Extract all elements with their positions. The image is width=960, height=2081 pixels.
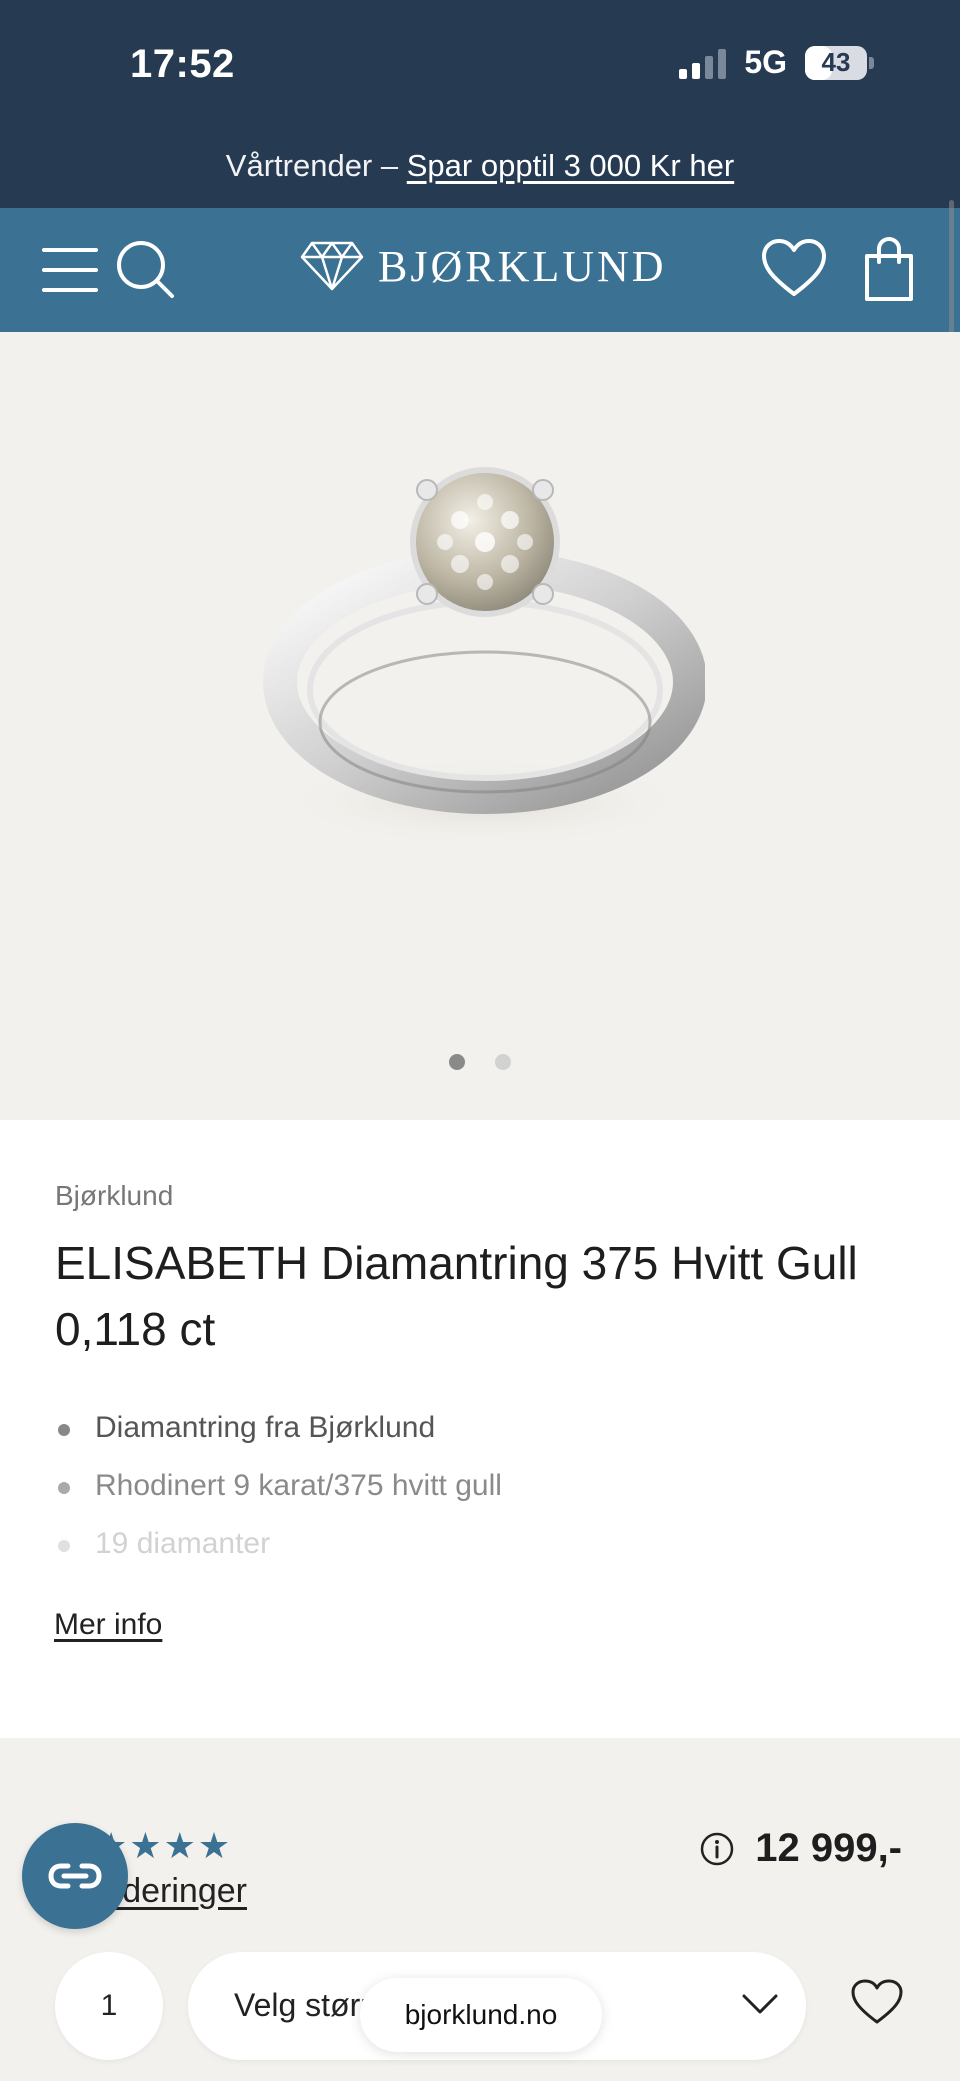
star-icon: ★: [163, 1825, 196, 1866]
cart-icon[interactable]: [864, 236, 914, 302]
add-to-wishlist-icon[interactable]: [850, 1978, 904, 2028]
chat-button[interactable]: [22, 1823, 128, 1929]
size-placeholder: Velg størr: [234, 1987, 371, 2023]
feature-list: Diamantring fra Bjørklund Rhodinert 9 ka…: [55, 1410, 502, 1584]
network-label: 5G: [744, 44, 787, 80]
status-icons: 5G 43: [679, 44, 874, 81]
product-gallery[interactable]: [0, 332, 960, 1120]
product-image: [263, 467, 705, 848]
status-time: 17:52: [130, 42, 235, 86]
gallery-dot[interactable]: [449, 1054, 465, 1070]
product-title: ELISABETH Diamantring 375 Hvitt Gull 0,1…: [55, 1237, 858, 1355]
top-bar: 17:52 5G 43 Vårtrender – Spar opptil 3 0…: [0, 0, 960, 208]
star-icon: ★: [129, 1825, 162, 1866]
purchase-panel: ★★★★ urderinger 12 999,- 1 Velg størr bj…: [0, 1738, 960, 2081]
gallery-dots: [0, 1054, 960, 1070]
battery-level: 43: [821, 47, 851, 77]
price-block: 12 999,-: [699, 1826, 902, 1871]
menu-icon[interactable]: [40, 238, 104, 302]
quantity-field[interactable]: 1: [55, 1952, 163, 2060]
promo-link[interactable]: Spar opptil 3 000 Kr her: [407, 148, 734, 183]
star-icon: ★: [197, 1825, 231, 1866]
more-info-link[interactable]: Mer info: [54, 1608, 162, 1642]
info-icon[interactable]: [699, 1831, 735, 1867]
logo-text: BJØRKLUND: [378, 241, 667, 291]
price: 12 999,-: [755, 1826, 902, 1870]
feature-item: Diamantring fra Bjørklund: [55, 1410, 502, 1468]
browser-url-pill[interactable]: bjorklund.no: [360, 1978, 602, 2052]
brand-logo[interactable]: BJØRKLUND: [300, 240, 667, 292]
product-info: Bjørklund ELISABETH Diamantring 375 Hvit…: [0, 1120, 960, 1738]
promo-banner: Vårtrender – Spar opptil 3 000 Kr her: [0, 148, 960, 184]
battery-icon: 43: [805, 45, 874, 80]
product-brand: Bjørklund: [55, 1180, 174, 1211]
search-icon[interactable]: [114, 238, 178, 302]
gallery-dot[interactable]: [495, 1054, 511, 1070]
chat-icon: [48, 1863, 102, 1889]
promo-text: Vårtrender –: [225, 148, 399, 183]
signal-icon: [679, 47, 727, 79]
chevron-down-icon: [742, 1994, 778, 2014]
wishlist-icon[interactable]: [760, 238, 828, 302]
feature-item: 19 diamanter: [55, 1526, 502, 1584]
site-header: BJØRKLUND: [0, 208, 960, 332]
feature-item: Rhodinert 9 karat/375 hvitt gull: [55, 1468, 502, 1526]
diamond-icon: [300, 241, 364, 291]
